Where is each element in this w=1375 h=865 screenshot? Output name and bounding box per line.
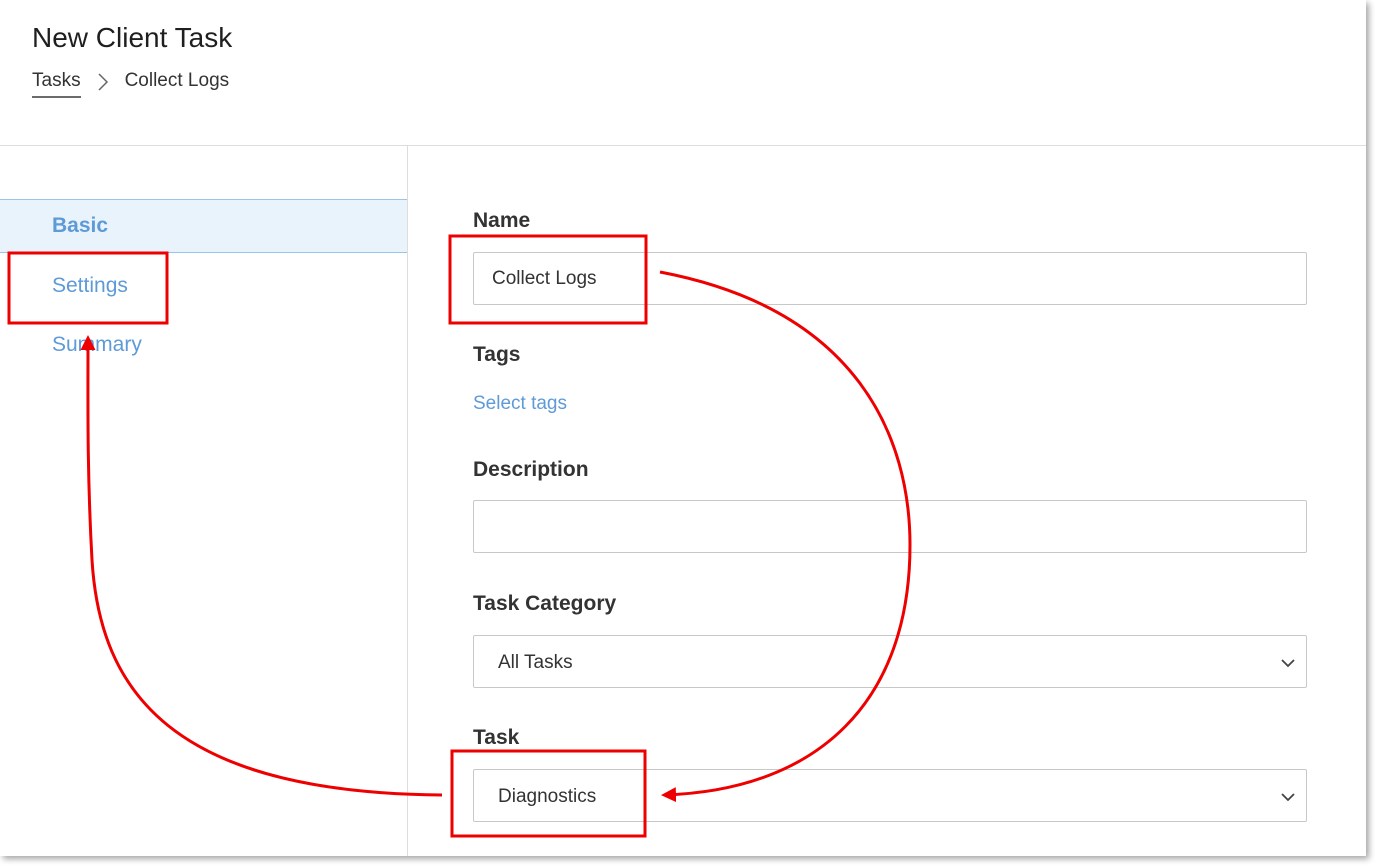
task-category-value: All Tasks (498, 652, 573, 673)
sidebar-item-settings[interactable]: Settings (0, 259, 407, 313)
sidebar-nav: Basic Settings Summary (0, 146, 408, 856)
select-tags-link[interactable]: Select tags (473, 393, 567, 415)
task-category-select[interactable]: All Tasks (473, 635, 1307, 688)
chevron-down-icon (1281, 793, 1295, 802)
breadcrumb-current: Collect Logs (124, 70, 230, 91)
chevron-down-icon (1281, 659, 1295, 668)
chevron-right-icon (98, 73, 108, 91)
tags-label: Tags (473, 343, 521, 366)
task-label: Task (473, 726, 520, 749)
breadcrumb: Tasks Collect Logs (32, 70, 229, 98)
task-value: Diagnostics (498, 786, 597, 807)
sidebar-item-basic[interactable]: Basic (0, 199, 407, 253)
breadcrumb-link-tasks[interactable]: Tasks (32, 70, 81, 98)
task-select[interactable]: Diagnostics (473, 769, 1307, 822)
name-field[interactable] (473, 252, 1307, 305)
sidebar-item-summary[interactable]: Summary (0, 318, 407, 372)
name-label: Name (473, 209, 531, 232)
window: New Client Task Tasks Collect Logs Basic… (0, 0, 1366, 856)
description-field[interactable] (473, 500, 1307, 553)
description-label: Description (473, 458, 589, 481)
page-title: New Client Task (32, 22, 233, 53)
task-category-label: Task Category (473, 592, 617, 615)
